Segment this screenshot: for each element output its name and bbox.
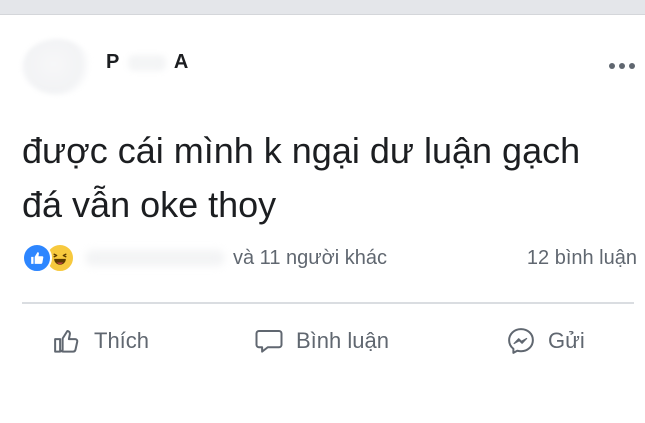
comment-button-label: Bình luận <box>296 328 389 353</box>
post-actions-bar: Thích Bình luận Gửi <box>0 315 645 367</box>
avatar[interactable] <box>22 39 92 95</box>
author-name-blurred <box>127 54 166 71</box>
top-gray-bar <box>0 0 645 15</box>
author-name[interactable]: P A <box>106 51 189 74</box>
reactor-names-blurred <box>85 250 225 266</box>
like-button[interactable]: Thích <box>52 315 149 367</box>
send-button-label: Gửi <box>548 328 585 353</box>
post-card: P A được cái mình k ngại dư luận gạch đá… <box>0 15 645 423</box>
comment-bubble-icon <box>255 330 283 353</box>
send-button[interactable]: Gửi <box>506 315 585 367</box>
reactions-summary[interactable]: và 11 người khác <box>22 243 387 273</box>
post-text: được cái mình k ngại dư luận gạch đá vẫn… <box>22 124 632 232</box>
like-reaction-icon <box>22 243 52 273</box>
author-initial-first: P <box>106 51 120 73</box>
post-text-line-2: đá vẫn oke thoy <box>22 184 277 225</box>
reactors-others-text: và 11 người khác <box>233 246 387 269</box>
comments-count[interactable]: 12 bình luận <box>527 247 637 270</box>
messenger-icon <box>508 328 534 354</box>
divider <box>22 302 634 304</box>
more-options-icon[interactable] <box>609 63 635 69</box>
post-text-line-1: được cái mình k ngại dư luận gạch <box>22 130 581 171</box>
author-initial-last: A <box>173 51 189 73</box>
thumbs-up-icon <box>54 330 79 353</box>
comment-button[interactable]: Bình luận <box>254 315 389 367</box>
like-button-label: Thích <box>94 328 150 353</box>
